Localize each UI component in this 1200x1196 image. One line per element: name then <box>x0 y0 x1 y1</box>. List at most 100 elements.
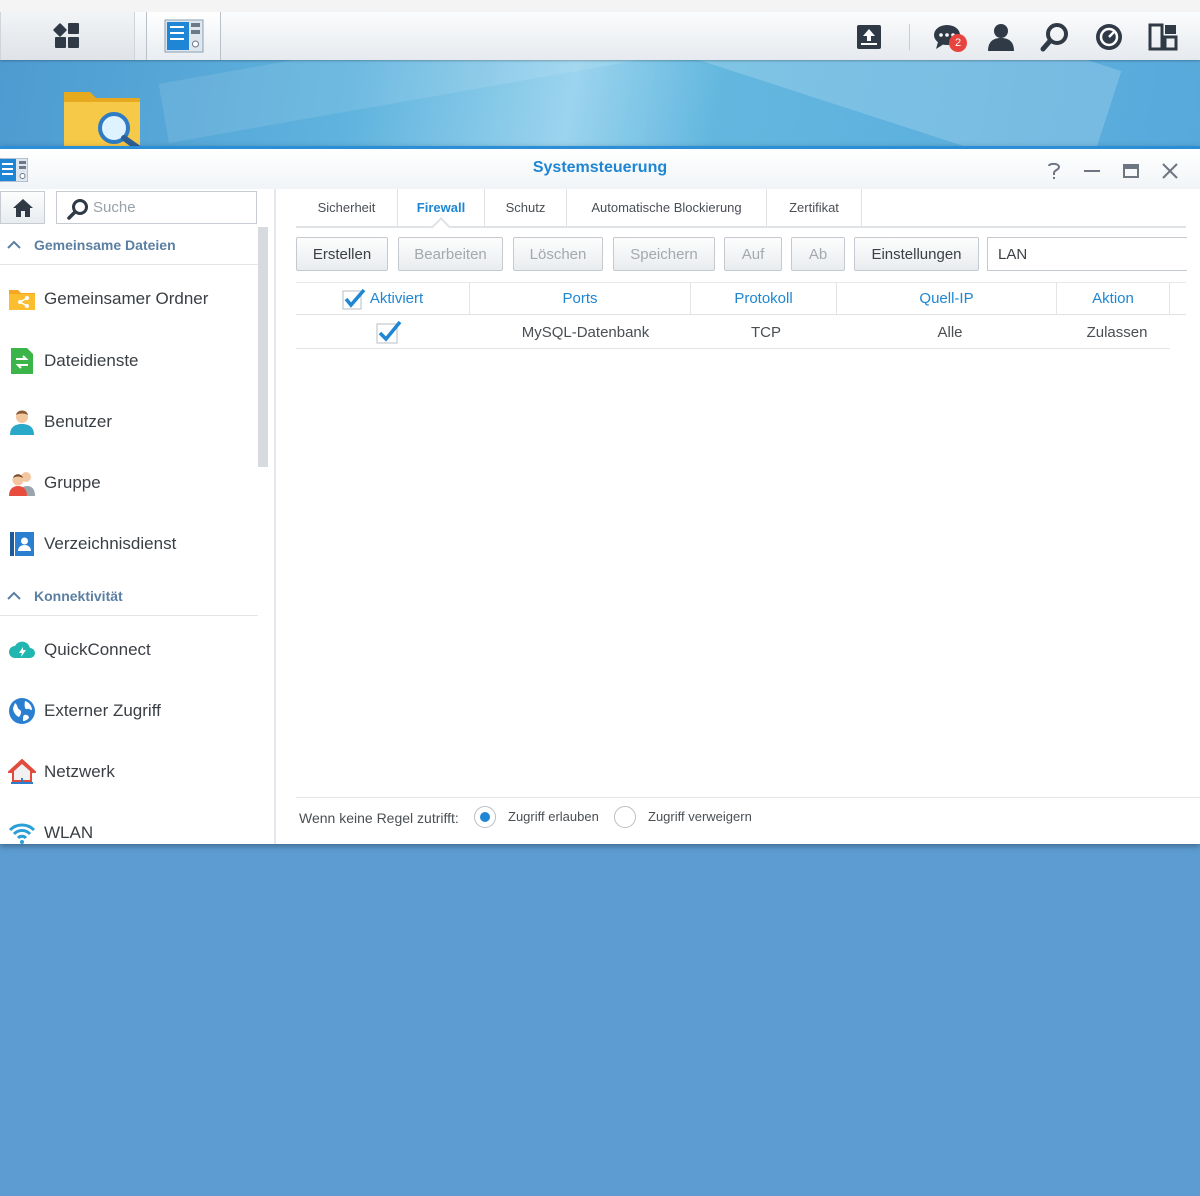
active-tab-indicator <box>431 217 451 237</box>
taskbar-separator <box>909 24 910 50</box>
tab-automatische-blockierung[interactable]: Automatische Blockierung <box>567 189 767 226</box>
close-button[interactable] <box>1158 159 1182 183</box>
network-icon <box>8 758 36 784</box>
tab-zertifikat[interactable]: Zertifikat <box>767 189 862 226</box>
checkbox-checked-icon[interactable] <box>376 320 402 344</box>
search-icon <box>1040 23 1068 52</box>
user-menu-button[interactable] <box>984 20 1018 54</box>
sidebar-item-label: Verzeichnisdienst <box>44 534 177 553</box>
column-label: Quell-IP <box>919 290 974 307</box>
sidebar-scrollbar[interactable] <box>258 227 268 467</box>
column-header-protocol[interactable]: Protokoll <box>691 283 837 314</box>
move-up-button[interactable]: Auf <box>724 237 782 271</box>
sidebar-item-label: WLAN <box>44 823 94 842</box>
tab-label: Schutz <box>505 200 546 215</box>
minimize-button[interactable] <box>1080 159 1104 183</box>
file-services-icon <box>11 348 33 374</box>
upload-icon <box>857 25 881 49</box>
cell-action: Zulassen <box>1086 323 1148 341</box>
sidebar-item-file-services[interactable]: Dateidienste <box>0 337 258 385</box>
chevron-up-icon <box>7 240 21 249</box>
column-header-action[interactable]: Aktion <box>1057 283 1170 314</box>
sidebar-item-quickconnect[interactable]: QuickConnect <box>0 626 258 674</box>
interface-select-value: LAN <box>998 245 1028 263</box>
sidebar: Gemeinsame Dateien Gemeinsamer Ordner Da… <box>0 189 276 844</box>
control-panel-icon <box>164 19 203 53</box>
user-icon <box>10 410 34 435</box>
window-titlebar[interactable]: Systemsteuerung <box>0 149 1200 189</box>
help-icon <box>1048 162 1061 179</box>
maximize-icon <box>1123 164 1139 178</box>
cell-protocol: TCP <box>751 323 781 341</box>
table-row[interactable]: MySQL-Datenbank TCP Alle Zulassen <box>296 315 1170 349</box>
column-header-enabled[interactable]: Aktiviert <box>296 283 470 314</box>
deny-access-radio[interactable] <box>614 806 636 828</box>
tab-schutz[interactable]: Schutz <box>485 189 567 226</box>
sidebar-item-label: Externer Zugriff <box>44 701 161 720</box>
help-button[interactable] <box>1042 159 1066 183</box>
search-icon <box>67 199 88 220</box>
resource-monitor-button[interactable] <box>1092 20 1126 54</box>
create-button[interactable]: Erstellen <box>296 237 388 271</box>
cell-enabled <box>296 315 482 349</box>
allow-access-radio[interactable] <box>474 806 496 828</box>
settings-button[interactable]: Einstellungen <box>854 237 979 271</box>
control-panel-taskbar-button[interactable] <box>146 12 221 60</box>
tab-bar: Sicherheit Firewall Schutz Automatische … <box>296 189 1186 237</box>
chevron-up-icon <box>7 591 21 600</box>
sidebar-item-external-access[interactable]: Externer Zugriff <box>0 687 258 735</box>
sidebar-item-wlan[interactable]: WLAN <box>0 809 258 844</box>
column-label: Ports <box>562 290 598 307</box>
sidebar-item-label: Netzwerk <box>44 762 115 781</box>
sidebar-item-user[interactable]: Benutzer <box>0 398 258 446</box>
tab-firewall[interactable]: Firewall <box>398 189 485 237</box>
checkbox-checked-icon[interactable] <box>342 288 366 310</box>
sidebar-item-directory-service[interactable]: Verzeichnisdienst <box>0 520 258 568</box>
search-input[interactable] <box>93 192 253 223</box>
cell-ports: MySQL-Datenbank <box>521 323 650 341</box>
notifications-button[interactable]: 2 <box>930 20 967 54</box>
sidebar-search <box>56 191 257 224</box>
table-header: Aktiviert Ports Protokoll Quell-IP Aktio… <box>296 282 1186 315</box>
edit-button[interactable]: Bearbeiten <box>398 237 503 271</box>
external-access-icon <box>9 698 35 724</box>
move-down-button[interactable]: Ab <box>791 237 845 271</box>
upload-button[interactable] <box>852 20 886 54</box>
window-title: Systemsteuerung <box>532 159 668 176</box>
file-station-icon[interactable] <box>62 84 144 151</box>
sidebar-item-label: Gruppe <box>44 473 101 492</box>
group-icon <box>9 472 35 496</box>
main-menu-button[interactable] <box>0 12 135 60</box>
maximize-button[interactable] <box>1119 159 1143 183</box>
deny-access-label[interactable]: Zugriff verweigern <box>648 809 752 824</box>
search-button[interactable] <box>1038 20 1072 54</box>
sidebar-item-network[interactable]: Netzwerk <box>0 748 258 796</box>
home-button[interactable] <box>0 191 45 224</box>
tab-label: Sicherheit <box>317 200 376 215</box>
section-header-connectivity[interactable]: Konnektivität <box>0 578 258 616</box>
user-icon <box>988 24 1014 51</box>
widgets-icon <box>1148 23 1178 51</box>
sidebar-item-shared-folder[interactable]: Gemeinsamer Ordner <box>0 275 258 323</box>
home-icon <box>12 198 33 217</box>
tab-label: Zertifikat <box>789 200 839 215</box>
widgets-button[interactable] <box>1146 20 1180 54</box>
interface-select[interactable]: LAN <box>987 237 1187 271</box>
resource-monitor-icon <box>1096 24 1122 50</box>
shared-folder-icon <box>9 290 35 310</box>
directory-service-icon <box>10 532 34 556</box>
sidebar-item-group[interactable]: Gruppe <box>0 459 258 507</box>
column-header-ports[interactable]: Ports <box>470 283 691 314</box>
column-header-source-ip[interactable]: Quell-IP <box>837 283 1057 314</box>
sidebar-item-label: Dateidienste <box>44 351 139 370</box>
wlan-icon <box>8 823 36 844</box>
control-panel-window: Systemsteuerung Suche Gemeinsame Dateien… <box>0 146 1200 844</box>
default-policy-bar: Wenn keine Regel zutrifft: Zugriff erlau… <box>296 797 1200 837</box>
main-content: Sicherheit Firewall Schutz Automatische … <box>278 189 1200 844</box>
taskbar: 2 <box>0 0 1200 60</box>
section-header-shared-files[interactable]: Gemeinsame Dateien <box>0 227 258 265</box>
delete-button[interactable]: Löschen <box>513 237 603 271</box>
tab-sicherheit[interactable]: Sicherheit <box>296 189 398 226</box>
save-button[interactable]: Speichern <box>613 237 715 271</box>
allow-access-label[interactable]: Zugriff erlauben <box>508 809 599 824</box>
